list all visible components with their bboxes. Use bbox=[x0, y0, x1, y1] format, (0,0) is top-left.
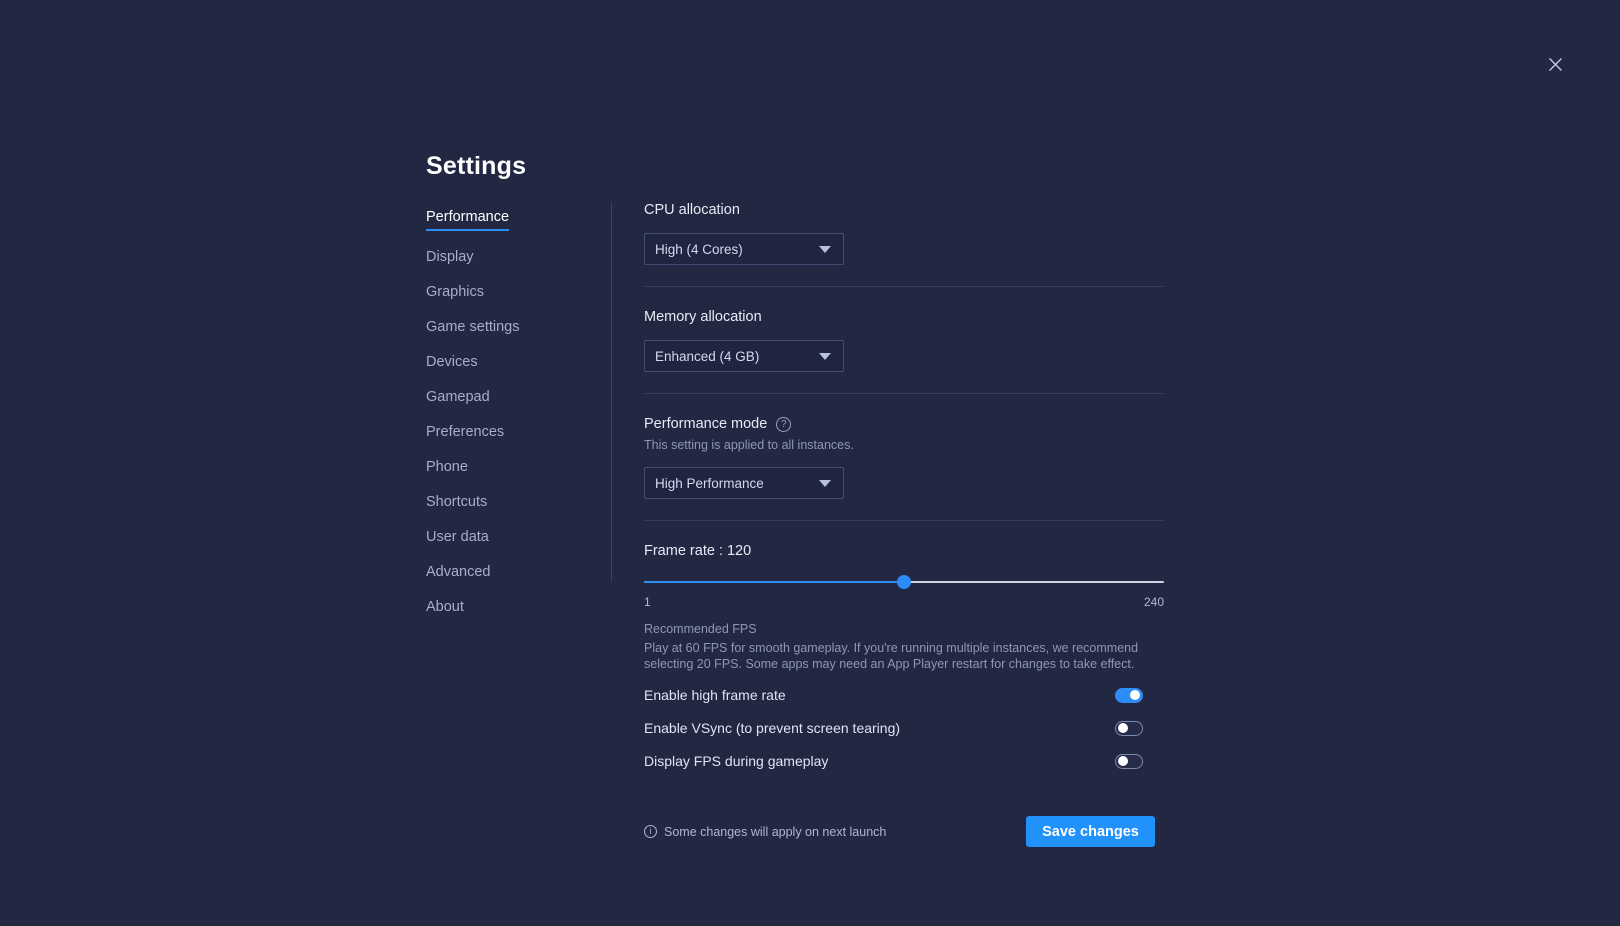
toggle-row-vsync: Enable VSync (to prevent screen tearing) bbox=[644, 718, 1143, 738]
recommended-fps-body: Play at 60 FPS for smooth gameplay. If y… bbox=[644, 641, 1144, 672]
sidebar-item-user-data[interactable]: User data bbox=[426, 528, 489, 546]
frame-rate-label: Frame rate : 120 bbox=[644, 541, 1164, 561]
slider-min-label: 1 bbox=[644, 595, 651, 609]
toggle-label-vsync: Enable VSync (to prevent screen tearing) bbox=[644, 720, 900, 736]
sidebar-item-devices[interactable]: Devices bbox=[426, 353, 478, 371]
info-icon: i bbox=[644, 825, 657, 838]
performance-mode-sublabel: This setting is applied to all instances… bbox=[644, 437, 1164, 454]
sidebar-item-game-settings[interactable]: Game settings bbox=[426, 318, 520, 336]
close-window-button[interactable] bbox=[1541, 50, 1569, 78]
settings-footer: i Some changes will apply on next launch… bbox=[644, 816, 1155, 847]
cpu-allocation-label: CPU allocation bbox=[644, 200, 1164, 220]
sidebar-item-display[interactable]: Display bbox=[426, 248, 474, 266]
settings-content-panel: CPU allocation High (4 Cores) Memory all… bbox=[644, 200, 1164, 847]
slider-max-label: 240 bbox=[1144, 595, 1164, 609]
recommended-fps-heading: Recommended FPS bbox=[644, 621, 1164, 638]
memory-allocation-value: Enhanced (4 GB) bbox=[655, 349, 759, 364]
toggle-vsync[interactable] bbox=[1115, 721, 1143, 736]
cpu-allocation-dropdown[interactable]: High (4 Cores) bbox=[644, 233, 844, 265]
chevron-down-icon bbox=[819, 246, 831, 253]
toggle-display-fps[interactable] bbox=[1115, 754, 1143, 769]
slider-fill bbox=[644, 581, 904, 583]
slider-thumb[interactable] bbox=[897, 575, 911, 589]
sidebar-item-performance[interactable]: Performance bbox=[426, 208, 509, 231]
chevron-down-icon bbox=[819, 353, 831, 360]
cpu-allocation-value: High (4 Cores) bbox=[655, 242, 743, 257]
toggle-knob bbox=[1118, 723, 1128, 733]
performance-mode-label: Performance mode bbox=[644, 414, 767, 434]
slider-range-labels: 1 240 bbox=[644, 595, 1164, 611]
memory-allocation-section: Memory allocation Enhanced (4 GB) bbox=[644, 287, 1164, 394]
sidebar-item-preferences[interactable]: Preferences bbox=[426, 423, 504, 441]
settings-sidebar: Performance Display Graphics Game settin… bbox=[426, 208, 596, 633]
sidebar-item-graphics[interactable]: Graphics bbox=[426, 283, 484, 301]
toggle-label-high-frame-rate: Enable high frame rate bbox=[644, 687, 786, 703]
memory-allocation-dropdown[interactable]: Enhanced (4 GB) bbox=[644, 340, 844, 372]
frame-rate-section: Frame rate : 120 1 240 Recommended FPS P… bbox=[644, 521, 1164, 847]
toggle-label-display-fps: Display FPS during gameplay bbox=[644, 753, 828, 769]
sidebar-item-about[interactable]: About bbox=[426, 598, 464, 616]
memory-allocation-label: Memory allocation bbox=[644, 307, 1164, 327]
performance-mode-value: High Performance bbox=[655, 476, 764, 491]
toggle-high-frame-rate[interactable] bbox=[1115, 688, 1143, 703]
toggle-row-display-fps: Display FPS during gameplay bbox=[644, 751, 1143, 771]
sidebar-item-gamepad[interactable]: Gamepad bbox=[426, 388, 490, 406]
toggle-knob bbox=[1118, 756, 1128, 766]
toggle-row-high-frame-rate: Enable high frame rate bbox=[644, 685, 1143, 705]
cpu-allocation-section: CPU allocation High (4 Cores) bbox=[644, 200, 1164, 287]
footer-note-text: Some changes will apply on next launch bbox=[664, 825, 886, 839]
toggle-knob bbox=[1130, 690, 1140, 700]
question-mark-icon[interactable]: ? bbox=[776, 417, 791, 432]
vertical-divider bbox=[611, 203, 612, 581]
close-icon bbox=[1548, 57, 1563, 72]
sidebar-item-shortcuts[interactable]: Shortcuts bbox=[426, 493, 487, 511]
page-title: Settings bbox=[426, 152, 526, 181]
sidebar-item-advanced[interactable]: Advanced bbox=[426, 563, 491, 581]
footer-note: i Some changes will apply on next launch bbox=[644, 825, 886, 839]
performance-mode-dropdown[interactable]: High Performance bbox=[644, 467, 844, 499]
chevron-down-icon bbox=[819, 480, 831, 487]
frame-rate-slider[interactable] bbox=[644, 575, 1164, 589]
save-changes-button[interactable]: Save changes bbox=[1026, 816, 1155, 847]
sidebar-item-phone[interactable]: Phone bbox=[426, 458, 468, 476]
performance-mode-section: Performance mode ? This setting is appli… bbox=[644, 394, 1164, 521]
